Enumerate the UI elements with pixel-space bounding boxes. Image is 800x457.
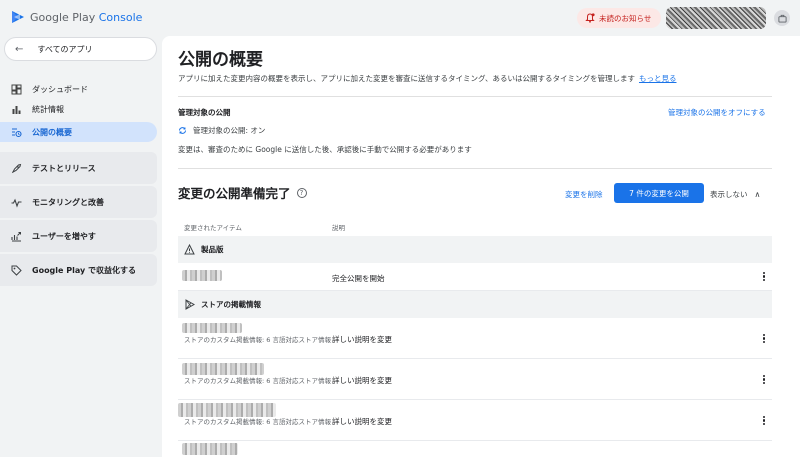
- column-header-description: 説明: [332, 224, 345, 232]
- notification-label: 未読のお知らせ: [599, 13, 652, 23]
- more-options-icon[interactable]: [762, 415, 766, 426]
- sidebar-section-monitoring[interactable]: モニタリングと改善: [0, 186, 157, 218]
- column-header-item: 変更されたアイテム: [184, 224, 242, 232]
- monitoring-icon: [11, 198, 22, 208]
- sidebar-item-publishing-overview[interactable]: 公開の概要: [0, 122, 157, 142]
- arrow-back-icon: ←: [15, 43, 24, 55]
- sidebar-section-label: ユーザーを増やす: [32, 231, 96, 241]
- redacted-item-name: [178, 403, 276, 417]
- table-row: [178, 441, 772, 457]
- turn-off-managed-publishing-link[interactable]: 管理対象の公開をオフにする: [668, 107, 766, 118]
- table-row: ストアのカスタム掲載情報: 6 言語対応ストア情報 詳しい説明を変更: [178, 318, 772, 359]
- redacted-item-name: [182, 363, 264, 375]
- redacted-item-name: [182, 443, 238, 455]
- help-icon[interactable]: ?: [296, 187, 307, 198]
- all-apps-button[interactable]: ← すべてのアプリ: [4, 37, 157, 61]
- divider: [178, 168, 772, 169]
- change-description: 詳しい説明を変更: [332, 335, 392, 344]
- page-description: アプリに加えた変更内容の概要を表示し、アプリに加えた変更を審査に送信するタイミン…: [178, 74, 677, 83]
- sidebar-section-test-and-release[interactable]: テストとリリース: [0, 152, 157, 184]
- more-options-icon[interactable]: [762, 271, 766, 282]
- bell-alert-icon: [585, 13, 595, 23]
- account-name-redacted[interactable]: [666, 7, 766, 29]
- more-options-icon[interactable]: [762, 333, 766, 344]
- remove-changes-button[interactable]: 変更を削除: [565, 189, 603, 200]
- managed-publishing-status: 管理対象の公開: オン: [178, 125, 265, 136]
- dashboard-icon: [11, 84, 22, 94]
- all-apps-label: すべてのアプリ: [37, 44, 93, 54]
- more-options-icon[interactable]: [762, 374, 766, 385]
- rocket-icon: [11, 163, 22, 173]
- play-console-logo-icon: [12, 11, 24, 23]
- play-store-icon: [185, 299, 195, 310]
- publishing-overview-icon: [12, 127, 22, 137]
- sidebar-section-grow-users[interactable]: ユーザーを増やす: [0, 220, 157, 252]
- warning-triangle-icon: [184, 244, 195, 255]
- store-listing-subtitle: ストアのカスタム掲載情報: 6 言語対応ストア情報: [184, 418, 331, 426]
- sidebar-item-label: 統計情報: [32, 104, 64, 114]
- table-row: ストアのカスタム掲載情報: 6 言語対応ストア情報 詳しい説明を変更: [178, 400, 772, 441]
- sidebar: ← すべてのアプリ ダッシュボード 統計情報 公開の概要 テストとリリース モニ…: [0, 36, 162, 457]
- table-row: 完全公開を開始: [178, 263, 772, 291]
- store-listing-subtitle: ストアのカスタム掲載情報: 6 言語対応ストア情報: [184, 336, 331, 344]
- sidebar-section-label: Google Play で収益化する: [32, 265, 136, 275]
- logo-text: Google Play Console: [30, 10, 143, 24]
- managed-publishing-note: 変更は、審査のために Google に送信した後、承認後に手動で公開する必要があ…: [178, 145, 472, 154]
- google-play-console-logo[interactable]: Google Play Console: [11, 10, 142, 24]
- grow-users-icon: [11, 231, 21, 242]
- bar-chart-icon: [12, 105, 21, 114]
- avatar[interactable]: [774, 10, 790, 26]
- group-row-production: 製品版: [178, 236, 772, 263]
- change-description: 完全公開を開始: [332, 274, 385, 283]
- changes-ready-title: 変更の公開準備完了 ?: [178, 183, 307, 202]
- unread-notifications-button[interactable]: 未読のお知らせ: [577, 8, 661, 28]
- managed-publishing-title: 管理対象の公開: [178, 108, 231, 117]
- sidebar-section-label: テストとリリース: [32, 163, 96, 173]
- redacted-item-name: [182, 270, 222, 281]
- main-content: 公開の概要 アプリに加えた変更内容の概要を表示し、アプリに加えた変更を審査に送信…: [162, 36, 800, 457]
- store-listing-subtitle: ストアのカスタム掲載情報: 6 言語対応ストア情報: [184, 377, 331, 385]
- chevron-up-icon: ∧: [754, 190, 761, 199]
- sidebar-section-monetize[interactable]: Google Play で収益化する: [0, 254, 157, 286]
- learn-more-link[interactable]: もっと見る: [639, 74, 677, 83]
- sync-icon: [179, 127, 186, 134]
- sidebar-section-label: モニタリングと改善: [32, 197, 104, 207]
- top-bar: Google Play Console 未読のお知らせ: [0, 0, 800, 36]
- page-title: 公開の概要: [178, 50, 263, 70]
- table-row: ストアのカスタム掲載情報: 6 言語対応ストア情報 詳しい説明を変更: [178, 359, 772, 400]
- group-row-store-listing: ストアの掲載情報: [178, 291, 772, 318]
- change-description: 詳しい説明を変更: [332, 417, 392, 426]
- tag-icon: [11, 265, 22, 276]
- sidebar-item-dashboard[interactable]: ダッシュボード: [0, 79, 157, 99]
- briefcase-icon: [777, 14, 787, 23]
- hide-changes-toggle[interactable]: 表示しない ∧: [710, 189, 760, 200]
- change-description: 詳しい説明を変更: [332, 376, 392, 385]
- sidebar-item-label: 公開の概要: [32, 127, 72, 137]
- publish-changes-button[interactable]: 7 件の変更を公開: [614, 183, 704, 203]
- divider: [178, 96, 772, 97]
- redacted-item-name: [182, 323, 242, 333]
- sidebar-item-statistics[interactable]: 統計情報: [0, 99, 157, 119]
- sidebar-item-label: ダッシュボード: [32, 84, 88, 94]
